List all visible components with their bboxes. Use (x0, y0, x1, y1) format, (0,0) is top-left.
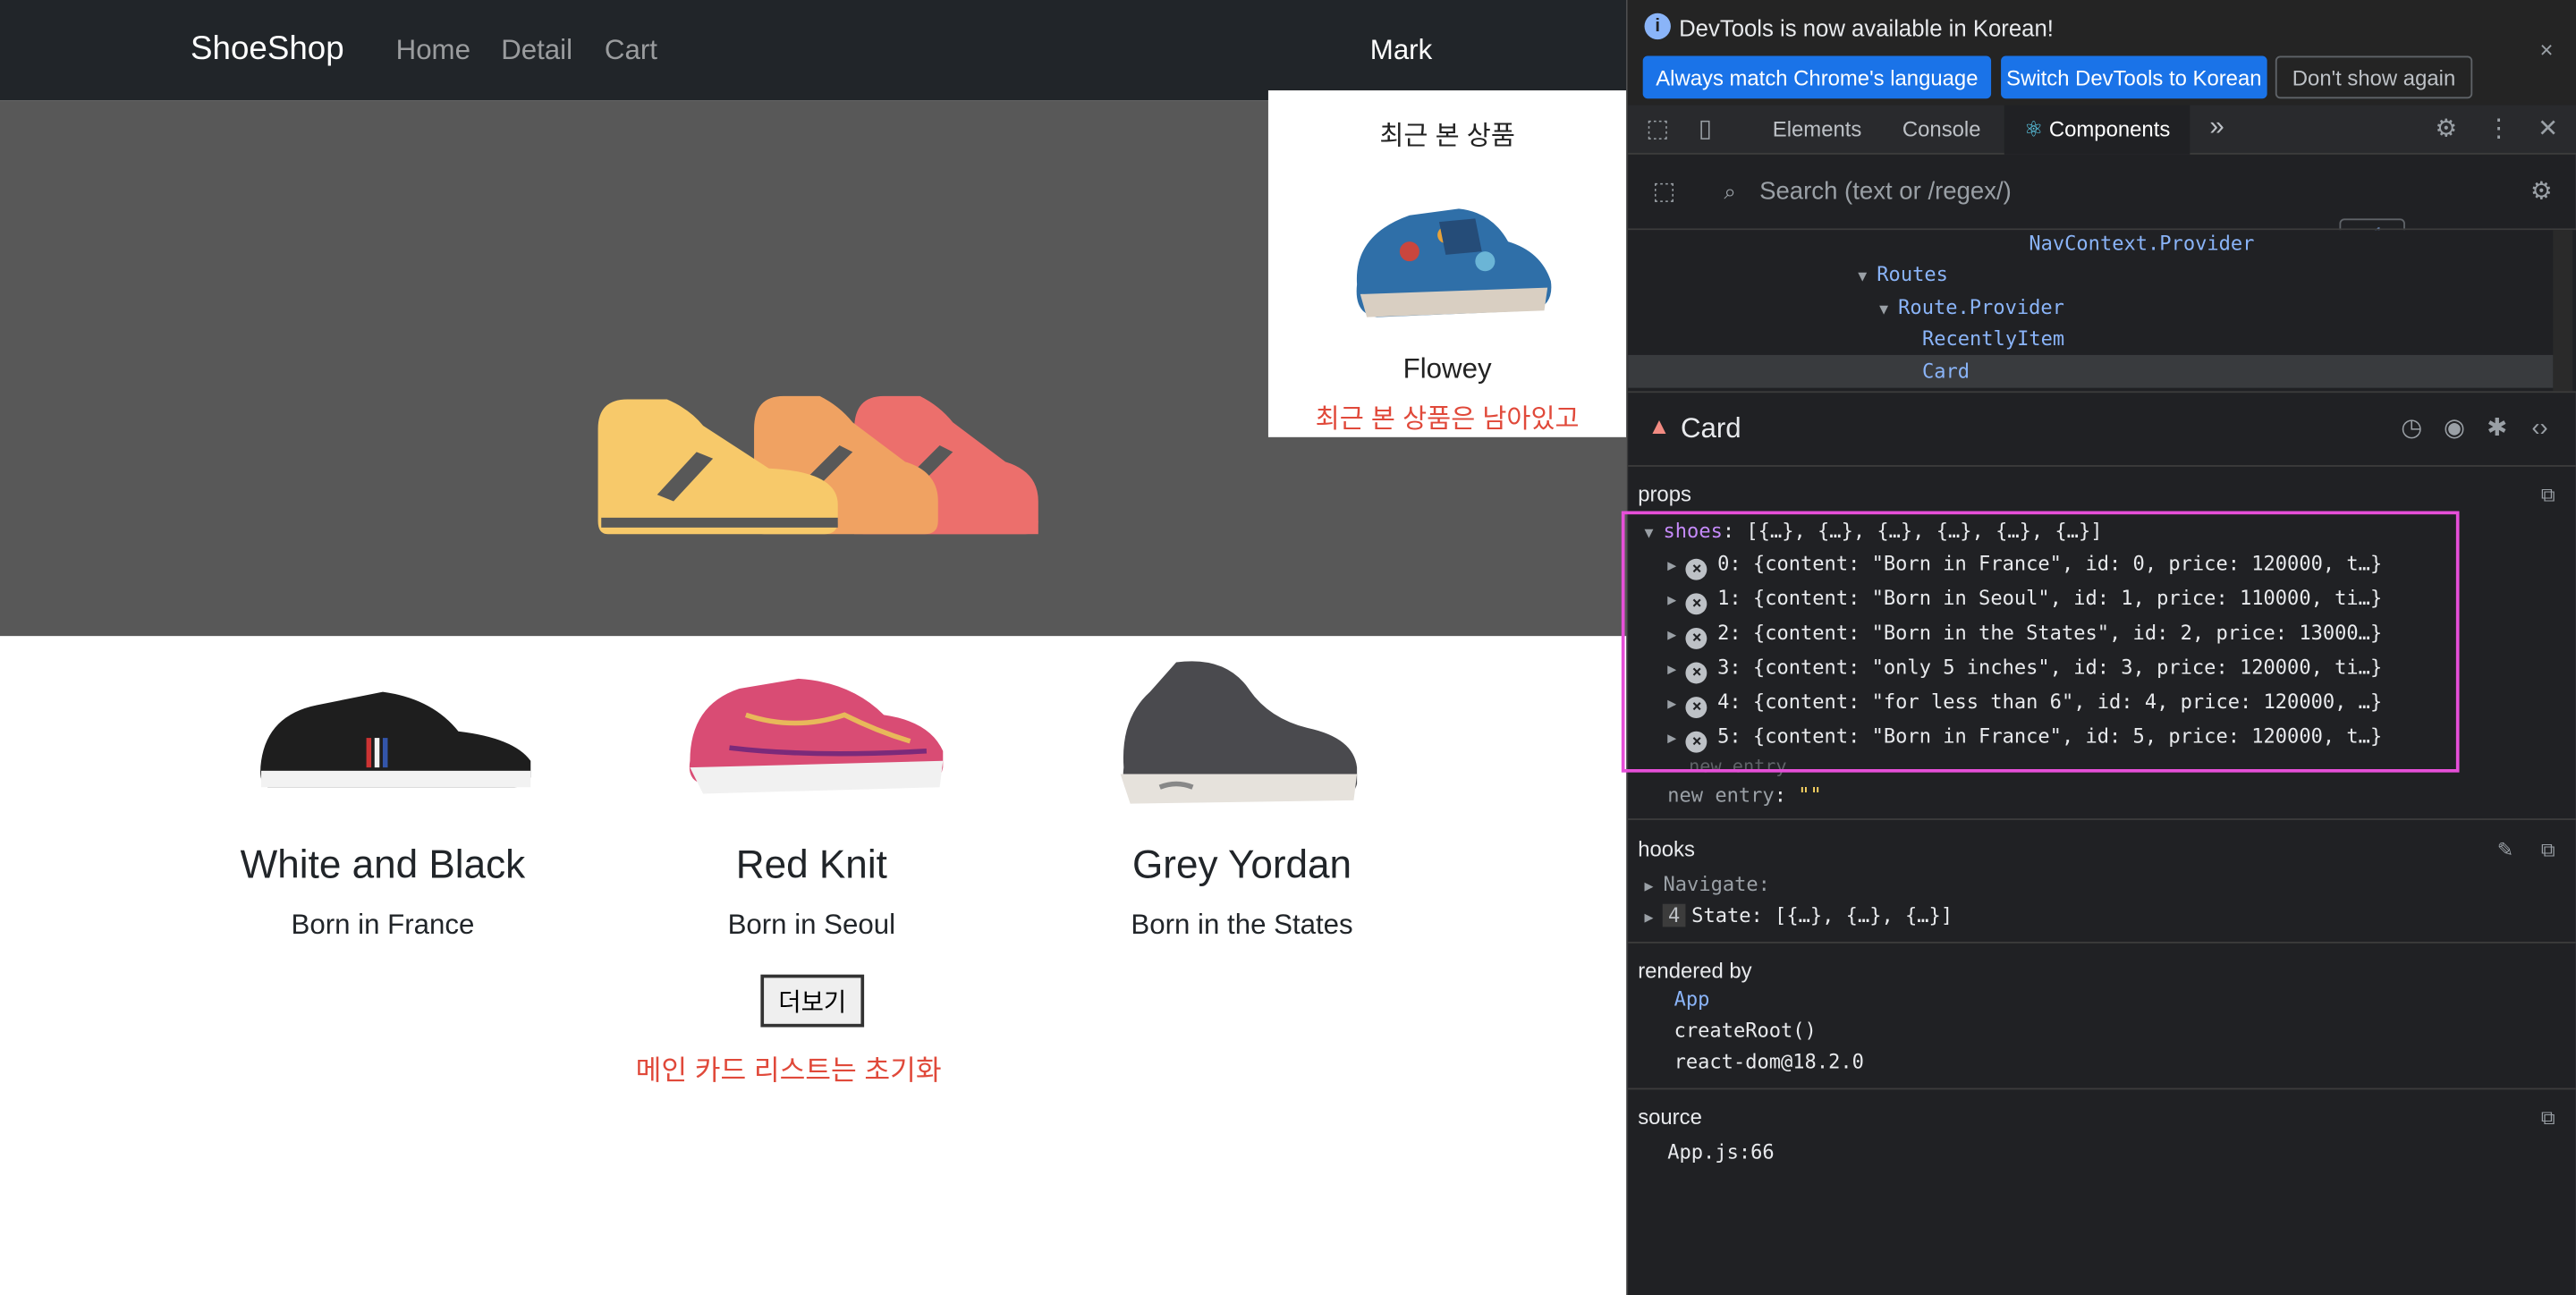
hook-state-row[interactable]: ▶ 4 State: [{…}, {…}, {…}] (1645, 903, 1953, 927)
hook-state-text: State: [{…}, {…}, {…}] (1691, 903, 1953, 927)
card-subtitle: Born in France (291, 909, 475, 941)
component-search-bar: ⬚ ⌕ Search (text or /regex/) ⚙ (1628, 157, 2576, 231)
expand-triangle-icon[interactable]: ▶ (1645, 910, 1654, 927)
nav-home[interactable]: Home (396, 35, 470, 68)
expand-triangle-icon[interactable]: ▼ (1858, 269, 1867, 285)
rendered-by-react-dom: react-dom@18.2.0 (1674, 1050, 1864, 1073)
source-label: source (1638, 1104, 1702, 1130)
select-element-icon[interactable]: ⬚ (1651, 178, 1677, 205)
react-icon: ⚛ (2023, 116, 2044, 142)
tree-node-card[interactable]: Card (1922, 360, 1970, 383)
new-entry-key: new entry (1667, 783, 1775, 808)
shoeshop-app: ShoeShop Home Detail Cart Mark 최근 본 상품 F… (0, 0, 1627, 1295)
source-section: source ⧉ App.js:66 (1628, 1091, 2576, 1295)
expand-triangle-icon[interactable]: ▶ (1645, 879, 1654, 895)
more-button[interactable]: 더보기 (760, 974, 865, 1028)
rendered-by-section: rendered by App createRoot() react-dom@1… (1628, 945, 2576, 1090)
props-label: props (1638, 481, 1691, 506)
components-settings-icon[interactable]: ⚙ (2529, 178, 2555, 205)
dont-show-again-button[interactable]: Don't show again (2275, 55, 2473, 99)
card-subtitle: Born in the States (1131, 909, 1353, 941)
card-subtitle: Born in Seoul (727, 909, 896, 941)
copy-icon[interactable]: ⧉ (2535, 1105, 2561, 1130)
tab-elements[interactable]: Elements (1773, 116, 1862, 141)
red-knit-shoe-image[interactable] (680, 665, 959, 813)
reset-note: 메인 카드 리스트는 초기화 (635, 1054, 942, 1087)
source-location[interactable]: App.js:66 (1667, 1140, 1774, 1164)
warning-icon: ▲ (1648, 412, 1671, 439)
kebab-menu-icon[interactable]: ⋮ (2486, 116, 2512, 142)
recently-viewed-item-name[interactable]: Flowey (1268, 353, 1626, 386)
tree-node-routes[interactable]: ▼ Routes (1858, 263, 1948, 286)
hook-navigate-label: Navigate: (1663, 872, 1770, 896)
tab-console[interactable]: Console (1902, 116, 1981, 141)
info-icon: i (1644, 13, 1671, 40)
selected-component-header: ▲ Card ◷ ◉ ✱ ‹› (1628, 391, 2576, 467)
selected-component-name: Card (1680, 412, 1741, 444)
white-and-black-shoe-image[interactable] (251, 675, 547, 823)
stopwatch-icon[interactable]: ◷ (2399, 415, 2425, 442)
tree-node-recentlyitem[interactable]: RecentlyItem (1922, 327, 2064, 351)
rendered-by-createroot: createRoot() (1674, 1019, 1817, 1043)
hooks-label: hooks (1638, 836, 1695, 861)
new-entry-value[interactable]: "" (1798, 784, 1822, 808)
nav-cart[interactable]: Cart (605, 35, 657, 68)
recently-viewed-panel: 최근 본 상품 Flowey 최근 본 상품은 남아있고 (1267, 90, 1627, 437)
expand-triangle-icon[interactable]: ▼ (1879, 302, 1888, 318)
card-title: Grey Yordan (1132, 842, 1352, 888)
source-code-icon[interactable]: ‹› (2527, 415, 2553, 442)
tree-node-route-provider[interactable]: ▼ Route.Provider (1879, 296, 2064, 319)
close-icon[interactable]: × (2540, 36, 2554, 62)
settings-gear-icon[interactable]: ⚙ (2433, 116, 2459, 142)
component-tree: NavContext.Provider ▼ Routes ▼ Route.Provi… (1628, 230, 2576, 392)
bug-icon[interactable]: ✱ (2484, 415, 2510, 442)
nav-detail[interactable]: Detail (501, 35, 572, 68)
switch-to-korean-button[interactable]: Switch DevTools to Korean (2001, 55, 2267, 99)
more-tabs-icon[interactable]: » (2209, 114, 2224, 143)
grey-yordan-shoe-image[interactable] (1111, 653, 1374, 817)
hook-index-badge: 4 (1663, 903, 1685, 927)
hooks-section: hooks ✎ ⧉ ▶ Navigate: ▶ 4 State: [{…}, {…},… (1628, 822, 2576, 944)
search-input[interactable]: Search (text or /regex/) (1759, 177, 2012, 205)
flowey-shoe-image[interactable] (1343, 186, 1557, 334)
tree-scrollbar[interactable] (2553, 230, 2573, 392)
infobar-message: DevTools is now available in Korean! (1679, 14, 2054, 41)
tree-node-navcontext-provider[interactable]: NavContext.Provider (2029, 232, 2254, 255)
card-title: Red Knit (735, 842, 887, 888)
search-icon: ⌕ (1724, 179, 1736, 204)
card-title: White and Black (240, 842, 526, 888)
tree-node-label: Route.Provider (1898, 295, 2064, 319)
inspect-element-icon[interactable]: ⬚ (1645, 116, 1671, 142)
device-toolbar-icon[interactable]: ▯ (1692, 116, 1718, 142)
new-entry-row[interactable]: new entry: "" (1667, 784, 1822, 808)
devtools-tabbar: ⬚ ▯ Elements Console ⚛ Components » ▪ 1 … (1628, 105, 2576, 252)
recently-viewed-title: 최근 본 상품 (1379, 123, 1515, 152)
user-name: Mark (1369, 34, 1433, 66)
close-devtools-icon[interactable]: ✕ (2535, 116, 2561, 142)
match-language-button[interactable]: Always match Chrome's language (1642, 55, 1992, 99)
selected-tree-row (1628, 354, 2558, 388)
copy-icon[interactable]: ⧉ (2535, 836, 2561, 862)
rendered-by-app[interactable]: App (1674, 987, 1710, 1011)
tab-components[interactable]: ⚛ Components (2004, 105, 2190, 155)
language-infobar: i DevTools is now available in Korean! A… (1628, 0, 2576, 106)
recently-viewed-note: 최근 본 상품은 남아있고 (1315, 405, 1580, 435)
navbar: ShoeShop Home Detail Cart Mark (0, 0, 1627, 101)
highlight-annotation-box (1621, 511, 2460, 773)
eye-icon[interactable]: ◉ (2441, 415, 2467, 442)
tree-node-label: Routes (1877, 263, 1948, 286)
brand-logo[interactable]: ShoeShop (191, 31, 344, 69)
tab-components-label: Components (2048, 116, 2171, 142)
hook-navigate-row[interactable]: ▶ Navigate: (1645, 873, 1770, 896)
rendered-by-label: rendered by (1638, 958, 1752, 983)
copy-icon[interactable]: ⧉ (2535, 481, 2561, 507)
magic-wand-icon[interactable]: ✎ (2492, 836, 2518, 862)
